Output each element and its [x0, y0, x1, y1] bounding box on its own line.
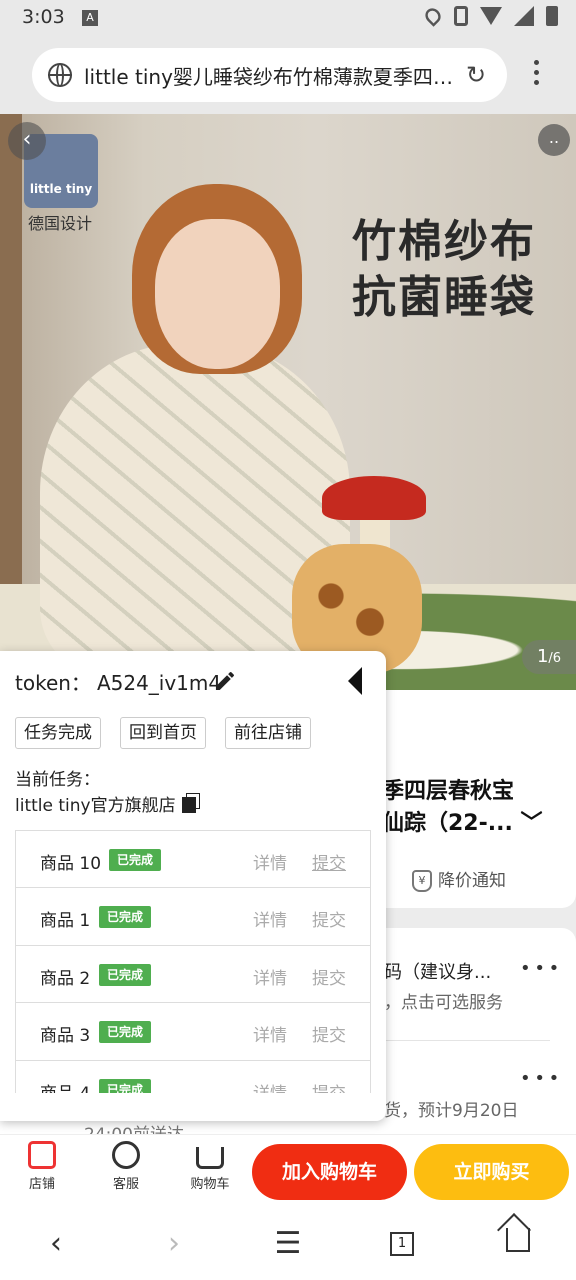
product-image-carousel[interactable]: little tiny 德国设计 竹棉纱布 抗菌睡袋 ‹ .. 1/6 [0, 114, 576, 690]
chat-icon [112, 1141, 140, 1169]
token-value: A524_iv1m4 [96, 671, 222, 695]
item-name: 商品 2 [40, 968, 91, 989]
submit-link[interactable]: 提交 [312, 1021, 346, 1046]
image-pager: 1/6 [522, 640, 576, 674]
detail-link[interactable]: 详情 [253, 964, 287, 989]
task-item-list[interactable]: 商品 10 已完成 详情 提交 商品 1 已完成 详情 提交 商品 2 已完成 … [15, 830, 371, 1093]
current-shop-name: little tiny官方旗舰店 [15, 796, 176, 816]
system-icons [422, 5, 558, 27]
status-badge: 已完成 [99, 1021, 152, 1044]
status-time: 3:03 [22, 6, 65, 28]
submit-link[interactable]: 提交 [312, 906, 346, 931]
submit-link[interactable]: 提交 [312, 1079, 346, 1093]
pager-total: /6 [548, 651, 562, 666]
customer-service-label: 客服 [112, 1177, 139, 1192]
mushroom-cap-image [322, 476, 426, 520]
back-home-button[interactable]: 回到首页 [120, 717, 206, 749]
price-alert-label: 降价通知 [438, 871, 506, 891]
detail-link[interactable]: 详情 [253, 849, 287, 874]
task-item-row: 商品 1 已完成 详情 提交 [16, 888, 370, 946]
status-badge: 已完成 [109, 849, 162, 871]
detail-link[interactable]: 详情 [253, 1079, 287, 1093]
size-more-icon[interactable]: • • • [520, 958, 559, 979]
product-title[interactable]: 季四层春秋宝 仙踪（22-... ﹀ [382, 776, 562, 840]
delivery-more-icon[interactable]: • • • [520, 1068, 559, 1089]
reload-icon[interactable]: ↻ [466, 62, 486, 88]
chevron-down-icon[interactable]: ﹀ [521, 811, 543, 836]
add-to-cart-button[interactable]: 加入购物车 [252, 1144, 407, 1200]
brand-subtitle: 德国设计 [28, 214, 93, 233]
home-icon[interactable] [506, 1228, 530, 1252]
price-alert-button[interactable]: ¥ 降价通知 [412, 866, 506, 892]
nav-forward-icon[interactable]: › [154, 1226, 194, 1262]
size-selection-text[interactable]: 码（建议身... [384, 958, 491, 984]
product-title-line2: 仙踪（22-... ﹀ [382, 811, 543, 836]
more-options-button[interactable]: .. [538, 124, 570, 156]
baby-face-image [155, 219, 280, 369]
item-name: 商品 3 [40, 1026, 91, 1047]
submit-link[interactable]: 提交 [312, 964, 346, 989]
bottom-action-bar: 店铺 客服 购物车 加入购物车 立即购买 [0, 1134, 576, 1208]
pager-current: 1 [536, 646, 549, 667]
hero-headline: 竹棉纱布 抗菌睡袋 [352, 214, 536, 326]
nav-back-icon[interactable]: ‹ [36, 1226, 76, 1262]
status-badge: 已完成 [99, 1078, 152, 1093]
task-item-row: 商品 10 已完成 详情 提交 [16, 831, 370, 889]
item-name: 商品 1 [40, 911, 91, 932]
price-alert-icon: ¥ [412, 870, 432, 892]
address-bar[interactable]: little tiny婴儿睡袋纱布竹棉薄款夏季四层春秋宝宝防踢被仙踪（22-… … [32, 48, 507, 102]
shop-label: 店铺 [28, 1177, 55, 1192]
product-title-line1: 季四层春秋宝 [382, 779, 515, 804]
notification-badge-icon: A [82, 10, 98, 26]
go-to-shop-button[interactable]: 前往店铺 [225, 717, 311, 749]
item-name: 商品 10 [40, 854, 102, 874]
customer-service-button[interactable]: 客服 [96, 1141, 156, 1192]
signal-icon [514, 6, 534, 26]
hero-headline-line2: 抗菌睡袋 [352, 272, 536, 323]
task-item-row: 商品 4 已完成 详情 提交 [16, 1061, 370, 1093]
detail-link[interactable]: 详情 [253, 1021, 287, 1046]
more-menu-icon[interactable] [526, 60, 546, 90]
cart-button[interactable]: 购物车 [180, 1141, 240, 1192]
divider [384, 1040, 550, 1041]
hero-headline-line1: 竹棉纱布 [352, 216, 536, 267]
nav-menu-icon[interactable]: ☰ [268, 1226, 308, 1262]
battery-icon [546, 6, 558, 26]
copy-icon[interactable] [181, 797, 196, 813]
task-panel: token： A524_iv1m4 任务完成 回到首页 前往店铺 当前任务： li… [0, 651, 386, 1121]
token-row: token： A524_iv1m4 [15, 667, 221, 696]
submit-link[interactable]: 提交 [312, 849, 346, 874]
status-bar: 3:03 A [0, 0, 576, 36]
delivery-text: 货，预计9月20日 [384, 1101, 519, 1121]
location-icon [422, 5, 444, 27]
wifi-icon [480, 7, 502, 25]
task-item-row: 商品 3 已完成 详情 提交 [16, 1003, 370, 1061]
shop-button[interactable]: 店铺 [12, 1141, 72, 1192]
task-item-row: 商品 2 已完成 详情 提交 [16, 946, 370, 1004]
shop-icon [28, 1141, 56, 1169]
token-label: token： [15, 671, 91, 695]
service-hint-text: ，点击可选服务 [384, 993, 503, 1013]
tabs-icon[interactable]: 1 [390, 1232, 414, 1256]
item-name: 商品 4 [40, 1079, 90, 1093]
curtain-decor [0, 114, 22, 594]
current-shop-row: little tiny官方旗舰店 [15, 791, 196, 816]
cart-icon [196, 1147, 224, 1169]
vibrate-icon [454, 6, 468, 26]
browser-toolbar: little tiny婴儿睡袋纱布竹棉薄款夏季四层春秋宝宝防踢被仙踪（22-… … [0, 36, 576, 114]
back-arrow-icon[interactable]: ‹ [8, 122, 46, 160]
status-badge: 已完成 [99, 906, 152, 929]
cart-label: 购物车 [190, 1177, 230, 1192]
buy-now-button[interactable]: 立即购买 [414, 1144, 569, 1200]
browser-nav-bar: ‹ › ☰ 1 [0, 1208, 576, 1280]
detail-link[interactable]: 详情 [253, 906, 287, 931]
globe-icon [48, 63, 72, 87]
status-badge: 已完成 [99, 963, 152, 986]
collapse-panel-icon[interactable] [348, 667, 362, 695]
edit-pencil-icon[interactable] [213, 669, 237, 693]
url-title[interactable]: little tiny婴儿睡袋纱布竹棉薄款夏季四层春秋宝宝防踢被仙踪（22-… [84, 61, 456, 90]
current-task-label: 当前任务： [15, 770, 100, 790]
task-complete-button[interactable]: 任务完成 [15, 717, 101, 749]
